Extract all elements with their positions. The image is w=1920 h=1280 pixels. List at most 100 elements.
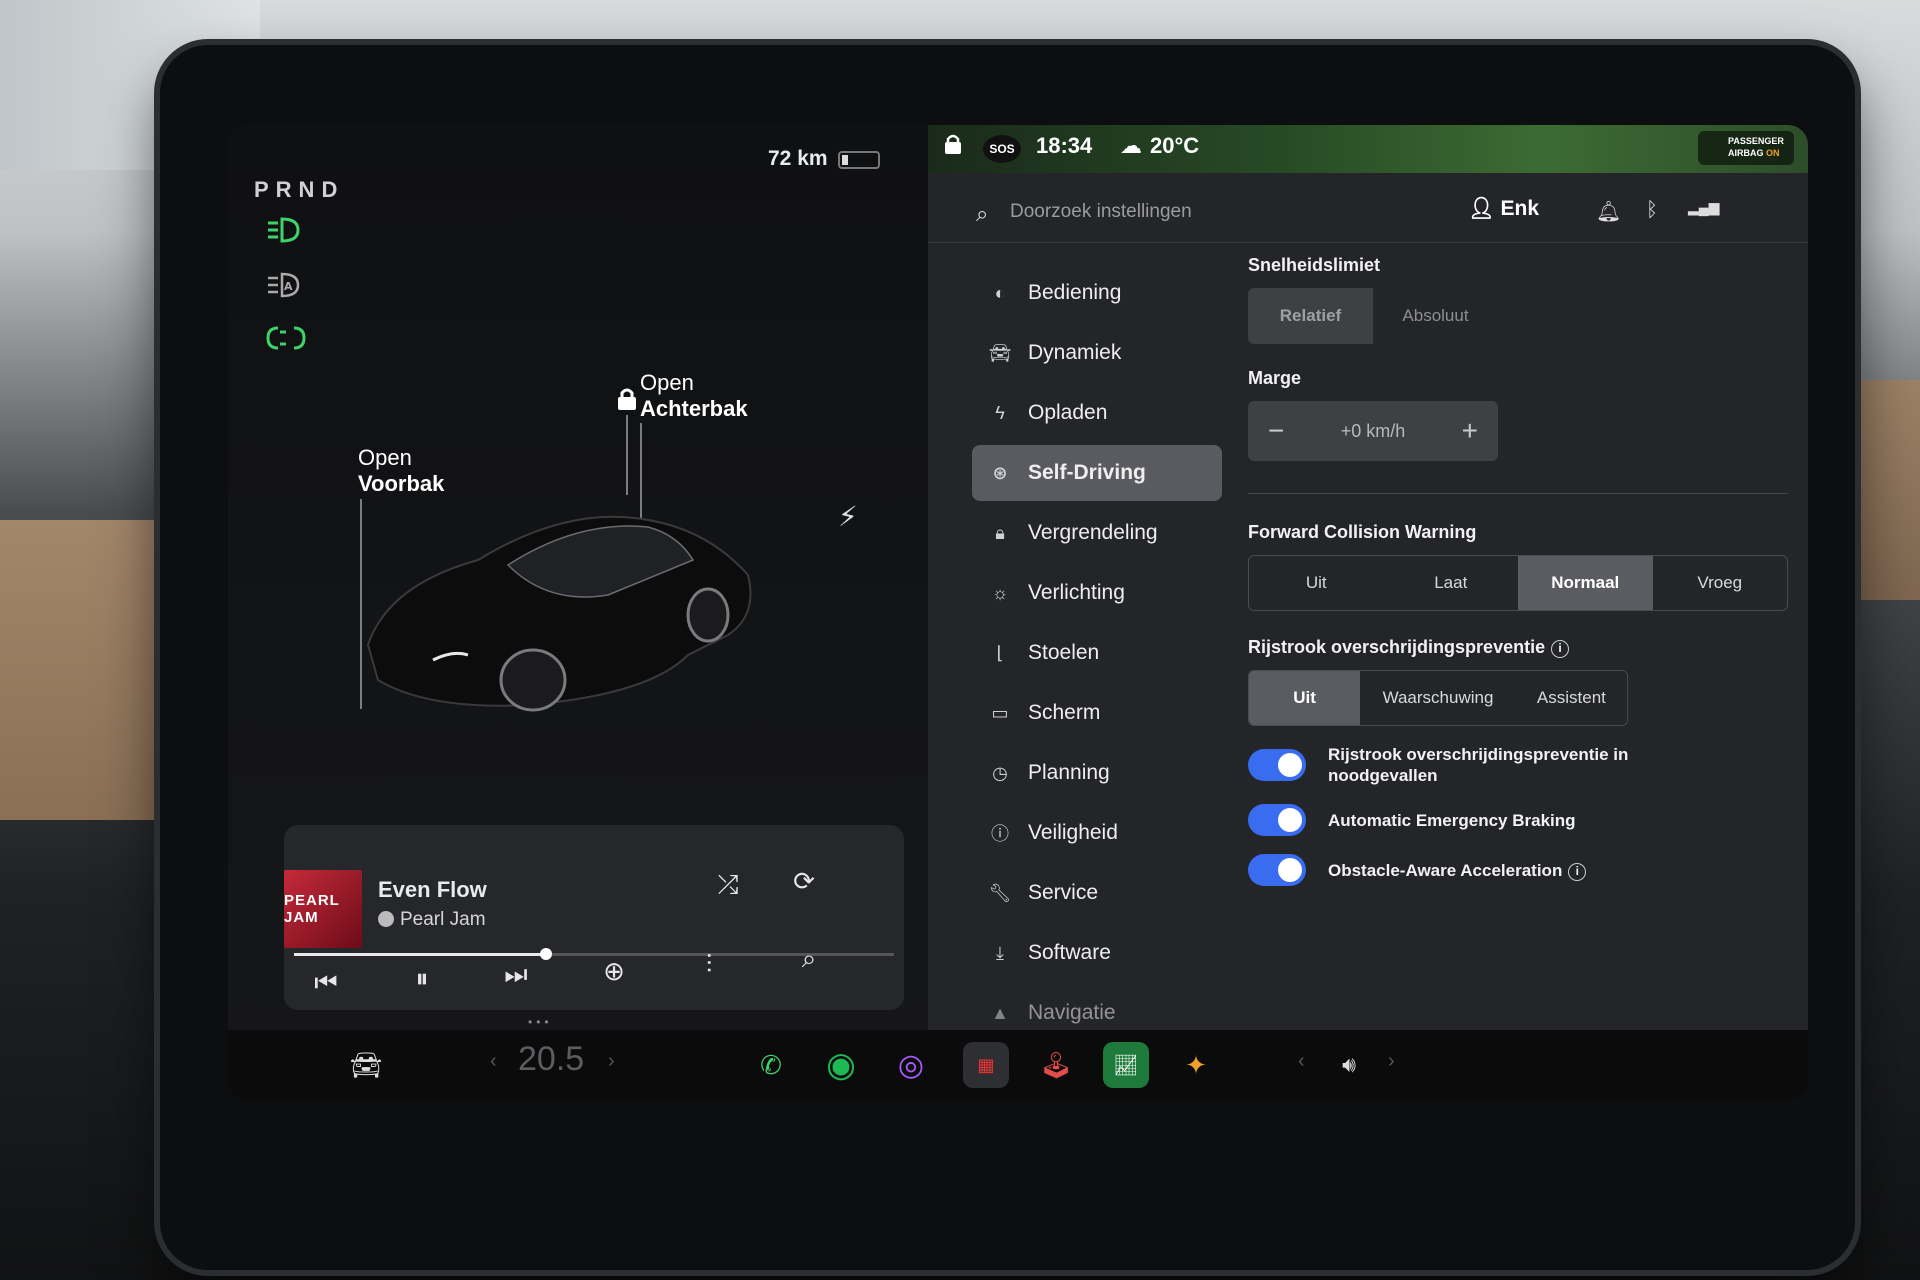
- menu-item-self-driving[interactable]: ⊛ Self-Driving: [972, 445, 1222, 501]
- cabin-temperature[interactable]: 20.5: [518, 1040, 584, 1079]
- pause-icon[interactable]: ⏸: [402, 959, 442, 999]
- headlights-icon[interactable]: [264, 215, 304, 247]
- menu-item-label: Bediening: [1028, 281, 1122, 304]
- volume-up-icon[interactable]: ›: [1388, 1050, 1395, 1073]
- camera-icon[interactable]: ◎: [888, 1042, 934, 1088]
- speed-limit-option-relatief[interactable]: Relatief: [1248, 288, 1373, 344]
- menu-item-planning[interactable]: ◷ Planning: [972, 745, 1222, 801]
- bluetooth-icon[interactable]: ᛒ: [1646, 199, 1658, 222]
- speed-limit-option-absoluut[interactable]: Absoluut: [1373, 288, 1498, 344]
- clock-icon: ◷: [992, 762, 1008, 783]
- car-panel: PRND A 72 km Open Voorbak Open Achterbak…: [228, 125, 928, 1100]
- lane-departure-option-uit[interactable]: Uit: [1249, 671, 1361, 725]
- airbag-line2: AIRBAG: [1728, 148, 1764, 158]
- menu-item-verlichting[interactable]: ☼ Verlichting: [972, 565, 1222, 621]
- obstacle-aware-label-text: Obstacle-Aware Acceleration: [1328, 860, 1563, 880]
- settings-panel: SOS 18:34 ☁ 20°C PASSENGER AIRBAG ON ⌕ 👤…: [928, 125, 1808, 1030]
- fcw-option-laat[interactable]: Laat: [1384, 556, 1519, 610]
- volume-icon[interactable]: 🔊︎: [1326, 1042, 1372, 1088]
- clock: 18:34: [1036, 133, 1093, 158]
- menu-item-label: Planning: [1028, 761, 1110, 784]
- joystick-icon[interactable]: 🕹︎: [1033, 1042, 1079, 1088]
- menu-item-label: Self-Driving: [1028, 461, 1146, 484]
- download-icon: ⤓: [996, 942, 1004, 963]
- settings-search-input[interactable]: [1010, 197, 1370, 227]
- lane-departure-option-assistent[interactable]: Assistent: [1516, 671, 1627, 725]
- album-art[interactable]: PEARL JAM: [284, 870, 362, 948]
- menu-item-bediening[interactable]: ◐ Bediening: [972, 265, 1222, 321]
- menu-item-stoelen[interactable]: ⌊ Stoelen: [972, 625, 1222, 681]
- speed-limit-selector: Relatief Absoluut: [1248, 288, 1498, 344]
- emergency-lane-departure-toggle[interactable]: [1248, 749, 1306, 781]
- info-icon[interactable]: i: [1551, 640, 1570, 658]
- user-name: Enk: [1500, 197, 1540, 220]
- lane-departure-label-text: Rijstrook overschrijdingspreventie: [1248, 637, 1546, 657]
- song-title: Even Flow: [378, 877, 487, 902]
- media-page-dots: •••: [528, 1015, 553, 1029]
- charge-port-icon[interactable]: ⚡: [838, 500, 858, 533]
- fcw-option-uit[interactable]: Uit: [1249, 556, 1384, 610]
- energy-chart-icon[interactable]: 📈︎: [1103, 1042, 1149, 1088]
- sun-icon: ☼: [991, 582, 1009, 603]
- menu-item-label: Software: [1028, 941, 1111, 964]
- emergency-lane-departure-line2: noodgevallen: [1328, 766, 1438, 785]
- fcw-option-vroeg[interactable]: Vroeg: [1653, 556, 1788, 610]
- info-icon[interactable]: i: [1568, 862, 1587, 881]
- bell-icon[interactable]: 🔔︎: [1596, 199, 1621, 224]
- sos-button[interactable]: SOS: [983, 135, 1021, 163]
- parking-lights-icon[interactable]: [264, 323, 306, 355]
- add-favorite-icon[interactable]: ⊕: [594, 951, 634, 991]
- user-profile-button[interactable]: 👤︎ Enk: [1468, 197, 1539, 221]
- lane-departure-option-waarschuwing[interactable]: Waarschuwing: [1360, 671, 1516, 725]
- temp-down-icon[interactable]: ‹: [490, 1050, 497, 1073]
- menu-item-vergrendeling[interactable]: 🔒︎ Vergrendeling: [972, 505, 1222, 561]
- info-icon: ⓘ: [991, 824, 1009, 844]
- toybox-icon[interactable]: ✦: [1173, 1042, 1219, 1088]
- equalizer-icon[interactable]: ⫶: [689, 945, 729, 985]
- menu-item-label: Veiligheid: [1028, 821, 1118, 844]
- menu-item-opladen[interactable]: ϟ Opladen: [972, 385, 1222, 441]
- next-track-icon[interactable]: ⏭: [496, 955, 536, 995]
- obstacle-aware-toggle[interactable]: [1248, 854, 1306, 886]
- repeat-icon[interactable]: ⟳: [784, 861, 824, 901]
- self-driving-settings: Snelheidslimiet Relatief Absoluut Marge …: [1248, 255, 1788, 886]
- margin-value: +0 km/h: [1340, 420, 1406, 441]
- menu-item-dynamiek[interactable]: 🚘︎ Dynamiek: [972, 325, 1222, 381]
- emergency-lane-departure-line1: Rijstrook overschrijdingspreventie in: [1328, 745, 1629, 764]
- margin-label: Marge: [1248, 368, 1302, 388]
- menu-item-veiligheid[interactable]: ⓘ Veiligheid: [972, 805, 1222, 861]
- spotify-icon[interactable]: ◉: [818, 1042, 864, 1088]
- search-icon: ⌕: [976, 201, 989, 226]
- fcw-option-normaal[interactable]: Normaal: [1518, 556, 1653, 610]
- margin-increase-button[interactable]: +: [1462, 415, 1478, 447]
- car-lock-icon[interactable]: [616, 387, 638, 410]
- lock-status-icon[interactable]: [944, 133, 962, 161]
- fcw-selector: Uit Laat Normaal Vroeg: [1248, 555, 1788, 611]
- shuffle-icon[interactable]: ⤮: [708, 865, 748, 905]
- phone-icon[interactable]: ✆: [748, 1042, 794, 1088]
- media-search-icon[interactable]: ⌕: [789, 939, 829, 979]
- auto-high-beam-icon[interactable]: A: [264, 270, 304, 302]
- temp-up-icon[interactable]: ›: [608, 1050, 615, 1073]
- obstacle-aware-label: Obstacle-Aware Acceleration i: [1328, 860, 1587, 881]
- trunk-open-button[interactable]: Open Achterbak: [640, 370, 748, 422]
- navigation-icon: ▲: [991, 1002, 1009, 1023]
- margin-stepper: − +0 km/h +: [1248, 401, 1498, 461]
- aeb-toggle[interactable]: [1248, 804, 1306, 836]
- margin-decrease-button[interactable]: −: [1268, 415, 1284, 447]
- menu-item-scherm[interactable]: ▭ Scherm: [972, 685, 1222, 741]
- car-controls-icon[interactable]: 🚘︎: [343, 1042, 389, 1088]
- menu-item-service[interactable]: 🔧︎ Service: [972, 865, 1222, 921]
- menu-item-software[interactable]: ⤓ Software: [972, 925, 1222, 981]
- speed-limit-label: Snelheidslimiet: [1248, 255, 1381, 275]
- bolt-icon: ϟ: [995, 402, 1005, 423]
- playback-progress-knob[interactable]: [540, 948, 552, 960]
- artist-label: Pearl Jam: [400, 909, 486, 930]
- volume-down-icon[interactable]: ‹: [1298, 1050, 1305, 1073]
- fcw-label: Forward Collision Warning: [1248, 522, 1477, 542]
- toggle-icon: ◐: [994, 282, 1006, 303]
- seat-icon: ⌊: [996, 642, 1004, 663]
- previous-track-icon[interactable]: ⏮: [306, 963, 346, 1003]
- airbag-state: ON: [1766, 148, 1780, 158]
- app-launcher-icon[interactable]: ▦: [963, 1042, 1009, 1088]
